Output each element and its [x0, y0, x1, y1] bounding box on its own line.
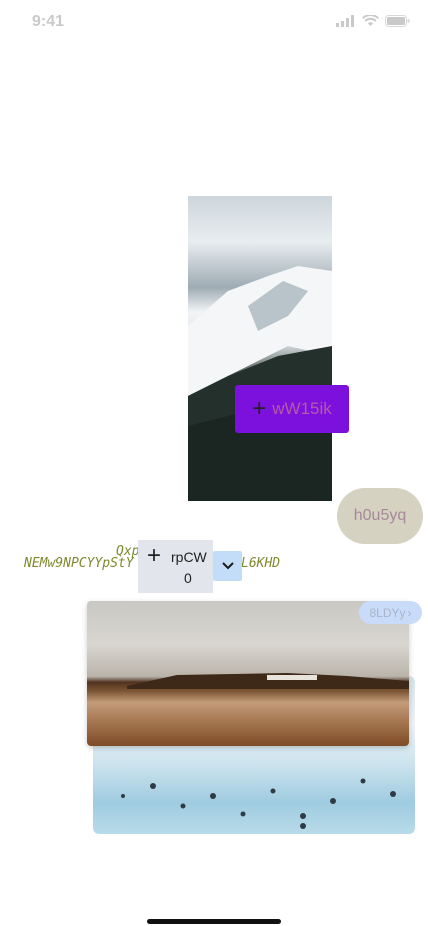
purple-button-label: wW15ik — [272, 399, 332, 418]
plus-icon: + — [252, 395, 267, 422]
status-time: 9:41 — [32, 13, 65, 30]
status-icons — [336, 15, 410, 27]
home-indicator — [147, 919, 281, 924]
stepper-label: rpCW — [171, 549, 207, 565]
mountain-image — [188, 196, 332, 501]
mono-text-2: NEMw9NPCYYpStY — [24, 556, 134, 571]
signal-icon — [336, 15, 354, 27]
beige-pill-button[interactable]: h0u5yq — [337, 488, 423, 544]
add-button-purple[interactable]: + wW15ik — [235, 385, 349, 433]
wifi-icon — [362, 15, 379, 26]
chevron-right-icon: › — [407, 605, 412, 620]
plus-icon[interactable]: + — [147, 542, 161, 570]
blue-pill-label: 8LDYy — [369, 605, 406, 620]
dropdown-button[interactable] — [213, 551, 242, 581]
blue-pill-button[interactable]: 8LDYy › — [359, 601, 422, 624]
battery-icon — [385, 15, 410, 27]
lakeshore-image — [87, 601, 409, 746]
stepper-card[interactable]: + rpCW 0 — [138, 540, 213, 593]
mono-text-3: L6KHD — [241, 556, 281, 571]
stepper-value: 0 — [184, 570, 192, 586]
beige-pill-label: h0u5yq — [353, 507, 407, 524]
chevron-down-icon — [221, 562, 234, 570]
